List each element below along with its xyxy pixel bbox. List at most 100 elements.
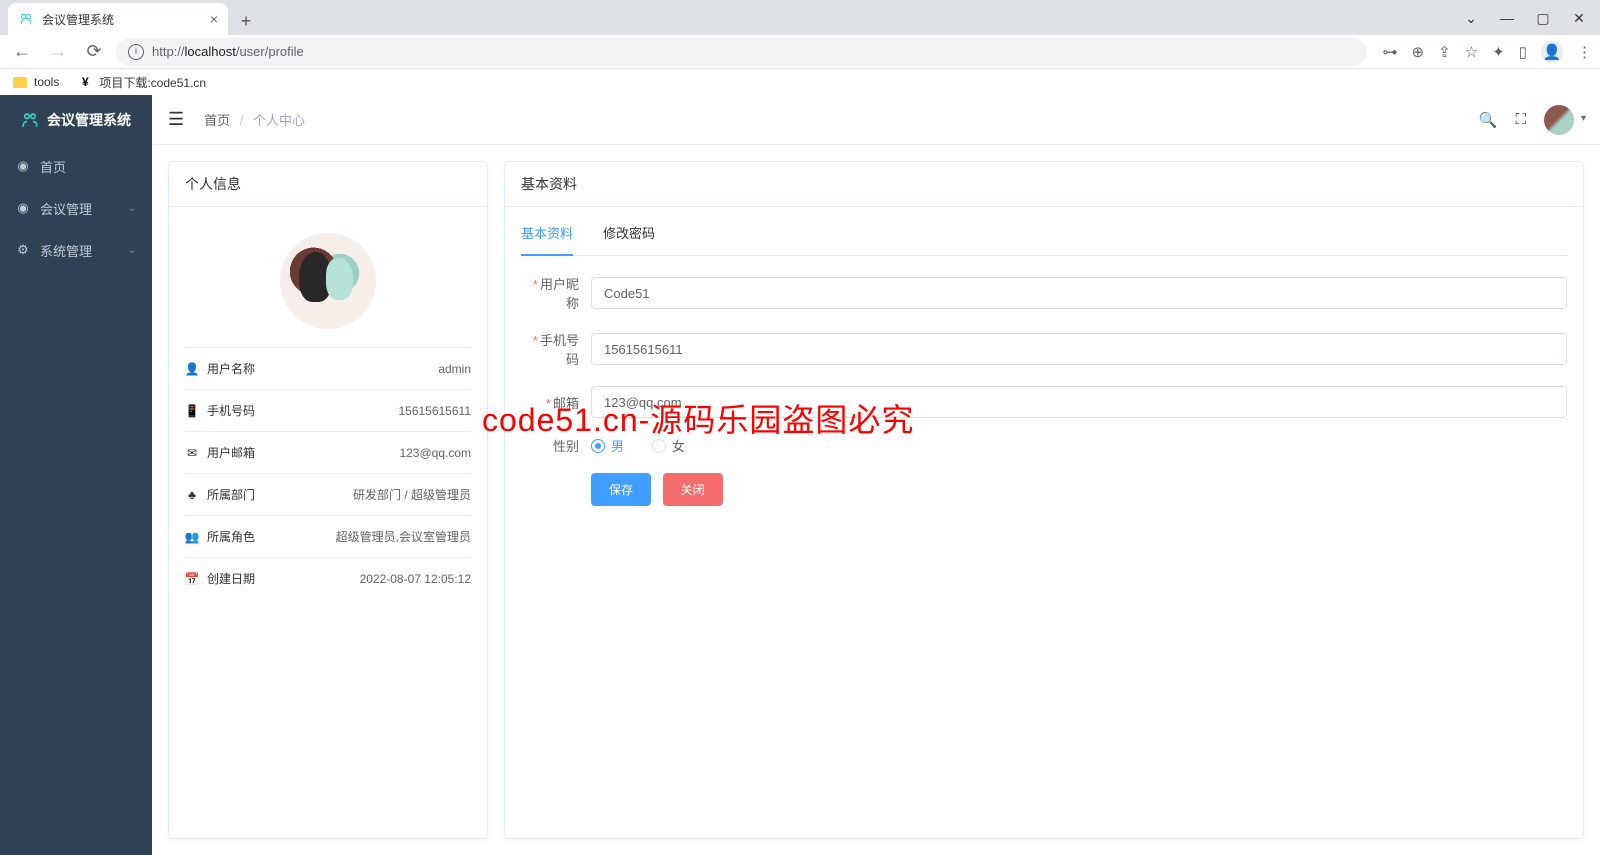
key-icon[interactable]: ⊶ (1383, 43, 1398, 61)
url-input[interactable]: i http://localhost/user/profile (116, 38, 1367, 66)
app-root: 会议管理系统 ◉ 首页 ◉ 会议管理 ⌄ ⚙ 系统管理 ⌄ ☰ 首页 / 个人中… (0, 95, 1600, 855)
tab-password[interactable]: 修改密码 (603, 223, 655, 255)
close-window-icon[interactable]: ✕ (1572, 11, 1586, 25)
brand: 会议管理系统 (0, 95, 152, 145)
search-icon[interactable]: 🔍 (1479, 111, 1498, 129)
mail-icon: ✉ (185, 446, 199, 460)
gender-radio-group: 男 女 (591, 436, 685, 455)
content: 个人信息 👤用户名称admin 📱手机号码15615615611 ✉用户邮箱12… (152, 145, 1600, 855)
nickname-input[interactable] (591, 277, 1567, 309)
form-label: *用户昵称 (521, 274, 591, 312)
close-button[interactable]: 关闭 (663, 473, 723, 506)
form-label: *邮箱 (521, 393, 591, 412)
topbar: ☰ 首页 / 个人中心 🔍 ⛶ (152, 95, 1600, 145)
tab-strip: 会议管理系统 × + ⌄ — ▢ ✕ (0, 0, 1600, 35)
profile-info-list: 👤用户名称admin 📱手机号码15615615611 ✉用户邮箱123@qq.… (185, 347, 471, 599)
logo-icon (21, 111, 39, 129)
profile-info-card: 个人信息 👤用户名称admin 📱手机号码15615615611 ✉用户邮箱12… (168, 161, 488, 839)
form-row-nickname: *用户昵称 (521, 274, 1567, 312)
bookmark-label: 项目下载:code51.cn (99, 74, 206, 91)
forward-button[interactable]: → (44, 38, 72, 66)
address-bar: ← → ⟳ i http://localhost/user/profile ⊶ … (0, 35, 1600, 69)
window-controls: ⌄ — ▢ ✕ (1464, 0, 1600, 35)
minimize-icon[interactable]: — (1500, 11, 1514, 25)
form-row-phone: *手机号码 (521, 330, 1567, 368)
card-body: 基本资料 修改密码 *用户昵称 *手机号码 *邮箱 (505, 207, 1583, 522)
maximize-icon[interactable]: ▢ (1536, 11, 1550, 25)
field-value: 超级管理员,会议室管理员 (336, 528, 471, 545)
site-info-icon[interactable]: i (128, 44, 144, 60)
breadcrumb-separator: / (240, 113, 244, 128)
sidebar: 会议管理系统 ◉ 首页 ◉ 会议管理 ⌄ ⚙ 系统管理 ⌄ (0, 95, 152, 855)
bookmark-tools[interactable]: tools (12, 74, 59, 90)
field-value: 研发部门 / 超级管理员 (353, 486, 471, 503)
field-value: admin (438, 362, 471, 376)
list-item: 📱手机号码15615615611 (185, 389, 471, 431)
list-item: ♣所属部门研发部门 / 超级管理员 (185, 473, 471, 515)
phone-input[interactable] (591, 333, 1567, 365)
user-icon: 👤 (185, 362, 199, 376)
user-avatar-menu[interactable] (1544, 105, 1574, 135)
button-row: 保存 关闭 (521, 473, 1567, 506)
profile-avatar[interactable] (280, 233, 376, 329)
tabs: 基本资料 修改密码 (521, 223, 1567, 256)
url-text: http://localhost/user/profile (152, 44, 304, 59)
field-value: 123@qq.com (399, 446, 471, 460)
list-item: 👤用户名称admin (185, 347, 471, 389)
form-row-gender: 性别 男 女 (521, 436, 1567, 455)
sidebar-item-home[interactable]: ◉ 首页 (0, 145, 152, 187)
radio-female[interactable]: 女 (652, 436, 685, 455)
reload-button[interactable]: ⟳ (80, 38, 108, 66)
card-header: 个人信息 (169, 162, 487, 207)
card-header: 基本资料 (505, 162, 1583, 207)
form-row-email: *邮箱 (521, 386, 1567, 418)
side-panel-icon[interactable]: ▯ (1519, 43, 1527, 61)
y-icon: ¥ (77, 74, 93, 90)
share-icon[interactable]: ⇪ (1438, 43, 1451, 61)
tab-title: 会议管理系统 (42, 11, 114, 28)
globe-icon: ◉ (16, 201, 30, 215)
sidebar-item-system[interactable]: ⚙ 系统管理 ⌄ (0, 229, 152, 271)
star-icon[interactable]: ☆ (1465, 43, 1478, 61)
avatar-icon (1544, 105, 1574, 135)
breadcrumb: 首页 / 个人中心 (204, 110, 305, 129)
org-icon: ♣ (185, 488, 199, 502)
chevron-down-icon[interactable]: ⌄ (1464, 11, 1478, 25)
save-button[interactable]: 保存 (591, 473, 651, 506)
sidebar-item-meetings[interactable]: ◉ 会议管理 ⌄ (0, 187, 152, 229)
radio-icon (652, 439, 666, 453)
bookmark-code51[interactable]: ¥ 项目下载:code51.cn (77, 74, 206, 91)
bookmark-label: tools (34, 75, 59, 89)
list-item: 👥所属角色超级管理员,会议室管理员 (185, 515, 471, 557)
folder-icon (12, 74, 28, 90)
more-icon[interactable]: ⋮ (1577, 43, 1592, 61)
chevron-down-icon: ⌄ (128, 245, 136, 256)
calendar-icon: 📅 (185, 572, 199, 586)
extensions-icon[interactable]: ✦ (1492, 43, 1505, 61)
globe-icon: ◉ (16, 159, 30, 173)
radio-male[interactable]: 男 (591, 436, 624, 455)
zoom-icon[interactable]: ⊕ (1412, 43, 1425, 61)
fullscreen-icon[interactable]: ⛶ (1515, 111, 1526, 128)
basic-info-card: 基本资料 基本资料 修改密码 *用户昵称 *手机号码 (504, 161, 1584, 839)
sidebar-item-label: 会议管理 (40, 199, 92, 218)
back-button[interactable]: ← (8, 38, 36, 66)
profile-icon[interactable]: 👤 (1541, 41, 1563, 63)
chevron-down-icon: ⌄ (128, 203, 136, 214)
tab-basic[interactable]: 基本资料 (521, 223, 573, 256)
bookmark-bar: tools ¥ 项目下载:code51.cn (0, 69, 1600, 95)
new-tab-button[interactable]: + (232, 7, 260, 35)
browser-tab[interactable]: 会议管理系统 × (8, 3, 228, 35)
breadcrumb-current: 个人中心 (253, 113, 305, 128)
tab-close-icon[interactable]: × (210, 11, 218, 27)
form-label: *手机号码 (521, 330, 591, 368)
topbar-right: 🔍 ⛶ (1479, 105, 1584, 135)
list-item: 📅创建日期2022-08-07 12:05:12 (185, 557, 471, 599)
hamburger-icon[interactable]: ☰ (168, 109, 184, 130)
list-item: ✉用户邮箱123@qq.com (185, 431, 471, 473)
sidebar-item-label: 首页 (40, 157, 66, 176)
breadcrumb-home[interactable]: 首页 (204, 113, 230, 128)
email-input[interactable] (591, 386, 1567, 418)
sidebar-item-label: 系统管理 (40, 241, 92, 260)
tab-favicon-icon (18, 11, 34, 27)
